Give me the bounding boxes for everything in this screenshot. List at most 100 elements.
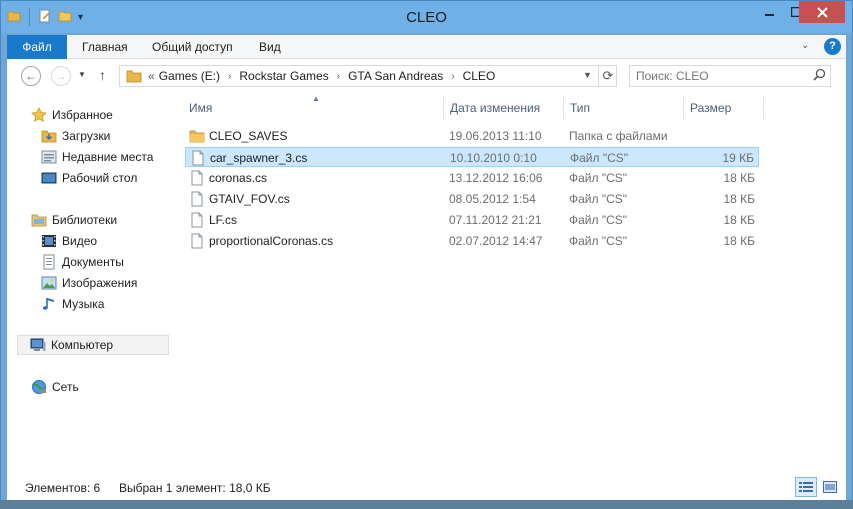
forward-button[interactable]: →	[51, 66, 71, 86]
tab-home[interactable]: Главная	[82, 35, 128, 59]
minimize-button[interactable]	[757, 1, 783, 23]
file-name: car_spawner_3.cs	[210, 151, 308, 165]
search-icon[interactable]	[813, 68, 826, 84]
sidebar-item-recent-places[interactable]: Недавние места	[41, 147, 153, 167]
sidebar-item-label: Избранное	[52, 108, 113, 122]
file-type: Файл "CS"	[569, 192, 628, 206]
downloads-folder-icon	[41, 128, 57, 144]
expand-ribbon-icon[interactable]: ⌄	[801, 40, 809, 51]
table-row[interactable]: coronas.cs 13.12.2012 16:06 Файл "CS" 18…	[185, 168, 759, 188]
column-header-size[interactable]: Размер	[690, 101, 731, 115]
status-bar: Элементов: 6 Выбран 1 элемент: 18,0 КБ	[7, 469, 846, 500]
column-divider[interactable]	[443, 97, 444, 119]
title-bar: ▾ CLEO	[1, 1, 852, 33]
sidebar-item-label: Видео	[62, 234, 98, 248]
taskbar-strip	[0, 500, 853, 509]
file-name: GTAIV_FOV.cs	[209, 192, 290, 206]
explorer-window: ▾ CLEO Файл Главная Общий доступ Вид ⌄ ?…	[0, 0, 853, 509]
pictures-icon	[41, 275, 57, 291]
file-icon	[189, 170, 205, 189]
file-type: Папка с файлами	[569, 129, 668, 143]
sidebar-item-label: Документы	[62, 255, 124, 269]
column-divider[interactable]	[563, 97, 564, 119]
sidebar-item-libraries[interactable]: Библиотеки	[31, 210, 117, 230]
column-header-type[interactable]: Тип	[570, 101, 590, 115]
documents-icon	[41, 254, 57, 270]
folder-icon	[126, 69, 142, 86]
large-icons-view-button[interactable]	[819, 477, 841, 497]
search-box[interactable]	[629, 65, 831, 87]
table-row[interactable]: proportionalCoronas.cs 02.07.2012 14:47 …	[185, 231, 759, 251]
up-arrow-icon[interactable]: ↑	[99, 67, 106, 83]
sidebar-item-downloads[interactable]: Загрузки	[41, 126, 110, 146]
recent-places-icon	[41, 149, 57, 165]
sidebar-item-label: Сеть	[52, 380, 79, 394]
table-row[interactable]: car_spawner_3.cs 10.10.2010 0:10 Файл "C…	[185, 147, 759, 167]
table-row[interactable]: GTAIV_FOV.cs 08.05.2012 1:54 Файл "CS" 1…	[185, 189, 759, 209]
desktop-icon	[41, 170, 57, 186]
column-header-name[interactable]: Имя	[189, 101, 212, 115]
chevron-right-icon[interactable]: ›	[451, 71, 454, 82]
tab-file[interactable]: Файл	[7, 35, 67, 59]
selection-info: Выбран 1 элемент: 18,0 КБ	[119, 481, 271, 495]
file-size: 18 КБ	[723, 192, 755, 206]
sidebar-item-favorites[interactable]: Избранное	[31, 105, 113, 125]
file-date: 19.06.2013 11:10	[449, 129, 542, 143]
breadcrumb-item[interactable]: Games (E:)	[159, 69, 220, 83]
sidebar-item-label: Загрузки	[62, 129, 111, 143]
back-button[interactable]: ←	[21, 66, 41, 86]
sidebar-item-label: Изображения	[62, 276, 138, 290]
sidebar-item-desktop[interactable]: Рабочий стол	[41, 168, 137, 188]
file-icon	[190, 150, 206, 169]
address-bar[interactable]: « Games (E:) › Rockstar Games › GTA San …	[119, 65, 617, 87]
sidebar-item-computer[interactable]: Компьютер	[17, 335, 169, 355]
column-divider[interactable]	[683, 97, 684, 119]
file-date: 10.10.2010 0:10	[450, 151, 537, 165]
chevron-right-icon[interactable]: ›	[228, 71, 231, 82]
file-size: 19 КБ	[722, 151, 754, 165]
computer-icon	[30, 337, 46, 353]
recent-locations-dropdown-icon[interactable]: ▼	[78, 70, 86, 79]
file-type: Файл "CS"	[569, 171, 628, 185]
sidebar-item-network[interactable]: Сеть	[31, 377, 79, 397]
sidebar-item-documents[interactable]: Документы	[41, 252, 124, 272]
column-header-date[interactable]: Дата изменения	[450, 101, 540, 115]
address-dropdown-icon[interactable]: ▼	[583, 70, 592, 80]
search-input[interactable]	[636, 69, 806, 83]
sidebar-item-music[interactable]: Музыка	[41, 294, 104, 314]
file-date: 08.05.2012 1:54	[449, 192, 536, 206]
breadcrumb-item[interactable]: Rockstar Games	[239, 69, 328, 83]
navigation-pane: Избранное Загрузки Недавние места Рабочи…	[7, 93, 185, 469]
file-size: 18 КБ	[723, 234, 755, 248]
sidebar-item-label: Музыка	[62, 297, 105, 311]
sidebar-item-label: Компьютер	[51, 338, 114, 352]
tab-view[interactable]: Вид	[259, 35, 281, 59]
breadcrumb-item[interactable]: CLEO	[463, 69, 496, 83]
file-size: 18 КБ	[723, 213, 755, 227]
close-button[interactable]	[799, 1, 845, 23]
folder-icon	[189, 128, 205, 147]
help-button[interactable]: ?	[824, 38, 841, 55]
window-title: CLEO	[406, 9, 447, 26]
table-row[interactable]: CLEO_SAVES 19.06.2013 11:10 Папка с файл…	[185, 126, 759, 146]
libraries-icon	[31, 212, 47, 228]
file-date: 02.07.2012 14:47	[449, 234, 543, 248]
file-icon	[189, 212, 205, 231]
tab-share[interactable]: Общий доступ	[152, 35, 233, 59]
star-icon	[31, 107, 47, 123]
column-divider[interactable]	[763, 97, 764, 119]
sidebar-item-pictures[interactable]: Изображения	[41, 273, 137, 293]
overflow-chevron-icon[interactable]: «	[148, 69, 155, 83]
item-count: Элементов: 6	[25, 481, 101, 495]
table-row[interactable]: LF.cs 07.11.2012 21:21 Файл "CS" 18 КБ	[185, 210, 759, 230]
details-view-button[interactable]	[795, 477, 817, 497]
refresh-button[interactable]: ⟳	[598, 66, 617, 86]
file-date: 07.11.2012 21:21	[449, 213, 542, 227]
file-type: Файл "CS"	[570, 151, 629, 165]
breadcrumb-item[interactable]: GTA San Andreas	[348, 69, 443, 83]
file-type: Файл "CS"	[569, 213, 628, 227]
sort-ascending-icon: ▲	[312, 94, 320, 103]
ribbon-tabs: Файл Главная Общий доступ Вид ⌄ ?	[7, 35, 846, 59]
chevron-right-icon[interactable]: ›	[337, 71, 340, 82]
sidebar-item-videos[interactable]: Видео	[41, 231, 97, 251]
